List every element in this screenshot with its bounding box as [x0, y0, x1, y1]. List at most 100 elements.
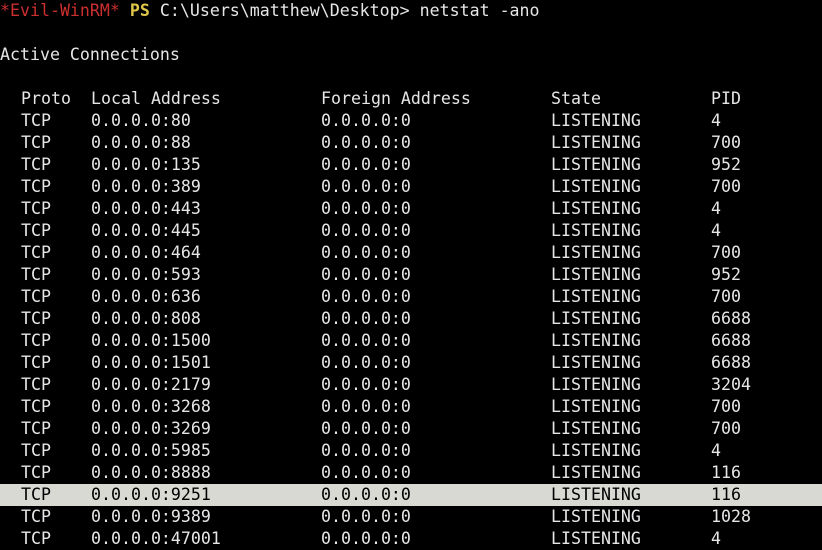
cell-proto: TCP: [21, 485, 51, 504]
cell-state: LISTENING: [551, 331, 641, 350]
section-title: Active Connections: [0, 45, 180, 64]
cell-pid: 700: [711, 287, 741, 306]
cell-foreign-address: 0.0.0.0:0: [321, 155, 411, 174]
current-path: C:\Users\matthew\Desktop>: [159, 1, 410, 20]
table-row: TCP 0.0.0.0:464 0.0.0.0:0 LISTENING 700: [0, 242, 822, 264]
cell-pid: 1028: [711, 507, 751, 526]
table-row: TCP 0.0.0.0:9251 0.0.0.0:0 LISTENING 116: [0, 484, 822, 506]
header-foreign-address: Foreign Address: [321, 89, 471, 108]
cell-proto: TCP: [21, 529, 51, 548]
cell-state: LISTENING: [551, 441, 641, 460]
cell-pid: 4: [711, 111, 721, 130]
cell-pid: 700: [711, 243, 741, 262]
table-row: TCP 0.0.0.0:88 0.0.0.0:0 LISTENING 700: [0, 132, 822, 154]
cell-state: LISTENING: [551, 309, 641, 328]
cell-proto: TCP: [21, 375, 51, 394]
table-row: TCP 0.0.0.0:389 0.0.0.0:0 LISTENING 700: [0, 176, 822, 198]
table-row: TCP 0.0.0.0:445 0.0.0.0:0 LISTENING 4: [0, 220, 822, 242]
cell-pid: 700: [711, 419, 741, 438]
cell-pid: 4: [711, 441, 721, 460]
cell-state: LISTENING: [551, 353, 641, 372]
cell-pid: 116: [711, 463, 741, 482]
cell-pid: 4: [711, 529, 721, 548]
cell-state: LISTENING: [551, 177, 641, 196]
cell-foreign-address: 0.0.0.0:0: [321, 111, 411, 130]
cell-proto: TCP: [21, 177, 51, 196]
cell-local-address: 0.0.0.0:593: [91, 265, 201, 284]
command-text: netstat -ano: [419, 1, 540, 20]
cell-state: LISTENING: [551, 397, 641, 416]
cell-foreign-address: 0.0.0.0:0: [321, 529, 411, 548]
cell-local-address: 0.0.0.0:9389: [91, 507, 211, 526]
table-row: TCP 0.0.0.0:5985 0.0.0.0:0 LISTENING 4: [0, 440, 822, 462]
cell-foreign-address: 0.0.0.0:0: [321, 199, 411, 218]
cell-foreign-address: 0.0.0.0:0: [321, 441, 411, 460]
table-row: TCP 0.0.0.0:1501 0.0.0.0:0 LISTENING 6688: [0, 352, 822, 374]
cell-proto: TCP: [21, 353, 51, 372]
cell-foreign-address: 0.0.0.0:0: [321, 177, 411, 196]
cell-foreign-address: 0.0.0.0:0: [321, 243, 411, 262]
cell-foreign-address: 0.0.0.0:0: [321, 419, 411, 438]
table-header: Proto Local Address Foreign Address Stat…: [0, 88, 822, 110]
table-row: TCP 0.0.0.0:3268 0.0.0.0:0 LISTENING 700: [0, 396, 822, 418]
cell-pid: 4: [711, 199, 721, 218]
table-row: TCP 0.0.0.0:593 0.0.0.0:0 LISTENING 952: [0, 264, 822, 286]
cell-foreign-address: 0.0.0.0:0: [321, 463, 411, 482]
cell-state: LISTENING: [551, 287, 641, 306]
cell-pid: 952: [711, 155, 741, 174]
cell-pid: 116: [711, 485, 741, 504]
cell-state: LISTENING: [551, 243, 641, 262]
table-row: TCP 0.0.0.0:3269 0.0.0.0:0 LISTENING 700: [0, 418, 822, 440]
cell-pid: 700: [711, 133, 741, 152]
cell-foreign-address: 0.0.0.0:0: [321, 287, 411, 306]
table-row: TCP 0.0.0.0:9389 0.0.0.0:0 LISTENING 1028: [0, 506, 822, 528]
cell-state: LISTENING: [551, 375, 641, 394]
cell-state: LISTENING: [551, 155, 641, 174]
cell-foreign-address: 0.0.0.0:0: [321, 221, 411, 240]
cell-pid: 6688: [711, 331, 751, 350]
terminal-window[interactable]: { "prompt": { "session": "*Evil-WinRM*",…: [0, 0, 822, 550]
table-row: TCP 0.0.0.0:47001 0.0.0.0:0 LISTENING 4: [0, 528, 822, 550]
cell-local-address: 0.0.0.0:443: [91, 199, 201, 218]
header-proto: Proto: [21, 89, 71, 108]
header-state: State: [551, 89, 601, 108]
cell-proto: TCP: [21, 507, 51, 526]
cell-proto: TCP: [21, 133, 51, 152]
table-row: TCP 0.0.0.0:1500 0.0.0.0:0 LISTENING 6688: [0, 330, 822, 352]
prompt-line: *Evil-WinRM* PS C:\Users\matthew\Desktop…: [0, 0, 540, 22]
cell-state: LISTENING: [551, 221, 641, 240]
cell-local-address: 0.0.0.0:135: [91, 155, 201, 174]
header-local-address: Local Address: [91, 89, 221, 108]
cell-proto: TCP: [21, 199, 51, 218]
cell-local-address: 0.0.0.0:2179: [91, 375, 211, 394]
cell-pid: 4: [711, 221, 721, 240]
cell-local-address: 0.0.0.0:1501: [91, 353, 211, 372]
cell-local-address: 0.0.0.0:80: [91, 111, 191, 130]
table-row: TCP 0.0.0.0:808 0.0.0.0:0 LISTENING 6688: [0, 308, 822, 330]
cell-state: LISTENING: [551, 265, 641, 284]
cell-state: LISTENING: [551, 111, 641, 130]
cell-proto: TCP: [21, 309, 51, 328]
cell-foreign-address: 0.0.0.0:0: [321, 353, 411, 372]
cell-foreign-address: 0.0.0.0:0: [321, 375, 411, 394]
cell-local-address: 0.0.0.0:464: [91, 243, 201, 262]
cell-proto: TCP: [21, 221, 51, 240]
cell-local-address: 0.0.0.0:3268: [91, 397, 211, 416]
cell-local-address: 0.0.0.0:5985: [91, 441, 211, 460]
cell-foreign-address: 0.0.0.0:0: [321, 309, 411, 328]
cell-state: LISTENING: [551, 419, 641, 438]
table-row: TCP 0.0.0.0:2179 0.0.0.0:0 LISTENING 3204: [0, 374, 822, 396]
cell-foreign-address: 0.0.0.0:0: [321, 331, 411, 350]
cell-proto: TCP: [21, 287, 51, 306]
cell-local-address: 0.0.0.0:808: [91, 309, 201, 328]
table-row: TCP 0.0.0.0:443 0.0.0.0:0 LISTENING 4: [0, 198, 822, 220]
cell-local-address: 0.0.0.0:8888: [91, 463, 211, 482]
cell-pid: 6688: [711, 309, 751, 328]
cell-local-address: 0.0.0.0:3269: [91, 419, 211, 438]
cell-state: LISTENING: [551, 485, 641, 504]
shell-label: PS: [129, 1, 150, 20]
cell-local-address: 0.0.0.0:445: [91, 221, 201, 240]
cell-proto: TCP: [21, 419, 51, 438]
cell-proto: TCP: [21, 111, 51, 130]
cell-local-address: 0.0.0.0:88: [91, 133, 191, 152]
